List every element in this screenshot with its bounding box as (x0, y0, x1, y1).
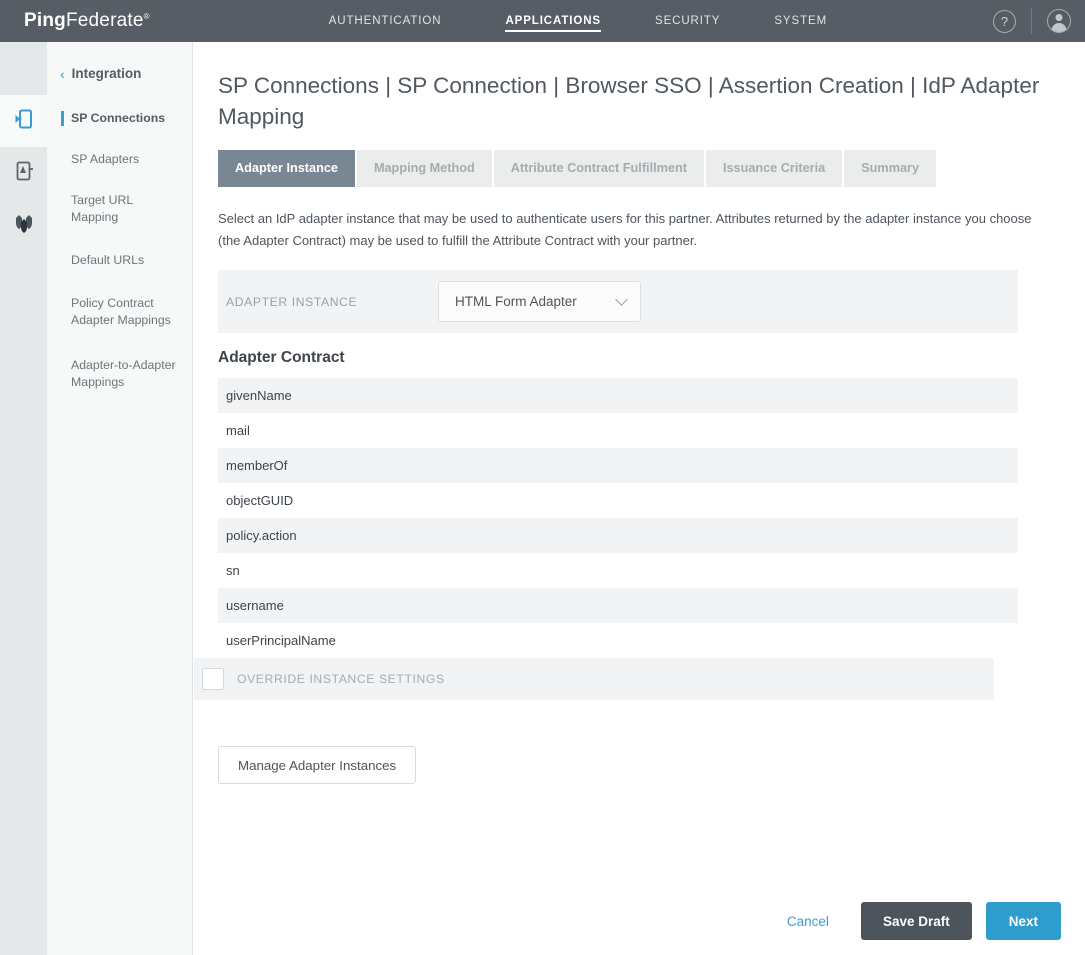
nav-applications[interactable]: APPLICATIONS (493, 0, 613, 42)
tab-issuance-criteria[interactable]: Issuance Criteria (705, 150, 843, 187)
sidebar-item-sp-connections[interactable]: SP Connections (47, 102, 192, 135)
tab-attribute-contract-fulfillment[interactable]: Attribute Contract Fulfillment (493, 150, 704, 187)
pingfederate-logo: PingFederate® (24, 10, 150, 32)
nav-security[interactable]: SECURITY (643, 0, 732, 42)
override-instance-settings-checkbox[interactable] (202, 668, 224, 690)
avatar-body (1051, 23, 1067, 32)
chevron-left-icon: ‹ (60, 65, 65, 82)
page-title: SP Connections | SP Connection | Browser… (218, 73, 1040, 129)
override-instance-settings-row: OVERRIDE INSTANCE SETTINGS (194, 658, 994, 700)
override-instance-settings-label: OVERRIDE INSTANCE SETTINGS (237, 672, 445, 686)
sp-connections-icon (12, 107, 36, 136)
action-bar: Cancel Save Draft Next (194, 887, 1085, 955)
target-url-mapping-icon (12, 211, 36, 240)
sidebar-item-target-url-mapping[interactable]: Target URL Mapping (47, 184, 192, 234)
sidebar-back-integration[interactable]: ‹ Integration (47, 42, 192, 81)
save-draft-button[interactable]: Save Draft (860, 902, 972, 940)
sidebar-item-default-urls[interactable]: Default URLs (47, 244, 192, 277)
page-description: Select an IdP adapter instance that may … (218, 211, 1032, 248)
next-button[interactable]: Next (985, 902, 1061, 940)
top-navigation: AUTHENTICATION APPLICATIONS SECURITY SYS… (262, 0, 839, 42)
rail-top-spacer (0, 42, 47, 95)
sidebar-item-sp-adapters[interactable]: SP Adapters (47, 143, 192, 176)
secondary-sidebar: ‹ Integration SP Connections SP Adapters… (47, 42, 193, 955)
contract-row: userPrincipalName (218, 623, 1018, 658)
chevron-down-icon (615, 293, 628, 306)
rail-target-url-mapping[interactable] (0, 199, 47, 251)
avatar-head (1055, 14, 1063, 21)
user-avatar-icon[interactable] (1047, 9, 1071, 33)
adapter-instance-selected-value: HTML Form Adapter (455, 294, 577, 309)
contract-row: mail (218, 413, 1018, 448)
sidebar-item-policy-contract-adapter-mappings[interactable]: Policy Contract Adapter Mappings (47, 287, 192, 337)
contract-row: memberOf (218, 448, 1018, 483)
contract-row: policy.action (218, 518, 1018, 553)
brand-ping: Ping (24, 10, 66, 31)
top-header-bar: PingFederate® AUTHENTICATION APPLICATION… (0, 0, 1085, 42)
nav-system[interactable]: SYSTEM (762, 0, 839, 42)
sp-adapters-icon (12, 159, 36, 188)
brand-registered-mark: ® (143, 12, 150, 21)
header-right-actions: ? (993, 0, 1071, 42)
rail-sp-adapters[interactable] (0, 147, 47, 199)
nav-authentication[interactable]: AUTHENTICATION (317, 0, 454, 42)
adapter-instance-panel: ADAPTER INSTANCE HTML Form Adapter (218, 270, 1018, 333)
tab-adapter-instance[interactable]: Adapter Instance (218, 150, 355, 187)
sidebar-item-adapter-to-adapter-mappings[interactable]: Adapter-to-Adapter Mappings (47, 349, 192, 399)
contract-row: sn (218, 553, 1018, 588)
manage-adapter-instances-button[interactable]: Manage Adapter Instances (218, 746, 417, 784)
rail-sp-connections[interactable] (0, 95, 47, 147)
brand-federate: Federate (65, 10, 144, 31)
tab-summary[interactable]: Summary (844, 150, 937, 187)
adapter-contract-title: Adapter Contract (218, 349, 345, 366)
cancel-button[interactable]: Cancel (777, 906, 839, 937)
contract-row: givenName (218, 378, 1018, 413)
contract-row: username (218, 588, 1018, 623)
help-icon[interactable]: ? (993, 9, 1016, 33)
tab-mapping-method[interactable]: Mapping Method (356, 150, 492, 187)
header-divider (1031, 8, 1032, 34)
adapter-instance-select[interactable]: HTML Form Adapter (438, 281, 641, 322)
sidebar-heading-label: Integration (71, 66, 142, 81)
adapter-instance-label: ADAPTER INSTANCE (226, 294, 358, 309)
adapter-contract-list: givenName mail memberOf objectGUID polic… (218, 378, 1018, 658)
wizard-tabs: Adapter Instance Mapping Method Attribut… (218, 150, 1085, 187)
contract-row: objectGUID (218, 483, 1018, 518)
main-content: SP Connections | SP Connection | Browser… (194, 42, 1085, 955)
icon-rail (0, 42, 47, 955)
